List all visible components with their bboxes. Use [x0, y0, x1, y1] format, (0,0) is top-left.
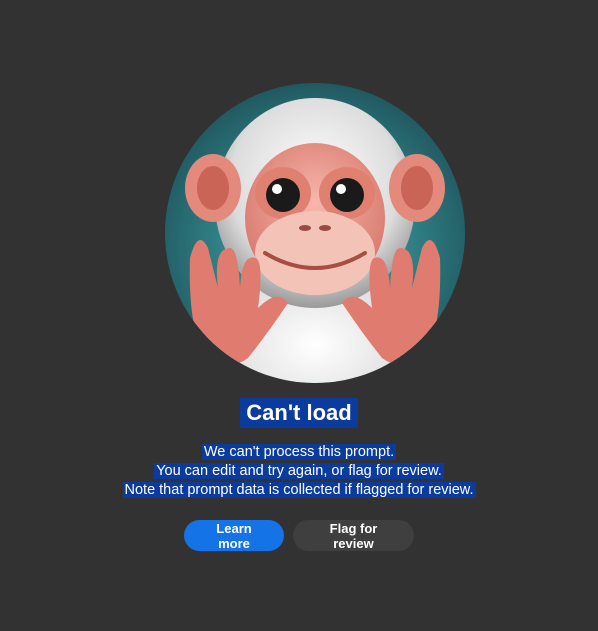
flag-for-review-button[interactable]: Flag for review [293, 520, 414, 551]
monkey-illustration [165, 83, 465, 383]
message-line: Note that prompt data is collected if fl… [122, 482, 476, 498]
page-title: Can't load [240, 398, 358, 428]
title-row: Can't load [0, 398, 598, 428]
message-line: We can't process this prompt. [201, 444, 397, 460]
learn-more-button[interactable]: Learn more [184, 520, 284, 551]
message-line: You can edit and try again, or flag for … [154, 463, 444, 479]
action-buttons: Learn more Flag for review [0, 520, 598, 551]
error-message: We can't process this prompt. You can ed… [0, 443, 598, 500]
error-panel: Can't load We can't process this prompt.… [0, 0, 598, 631]
